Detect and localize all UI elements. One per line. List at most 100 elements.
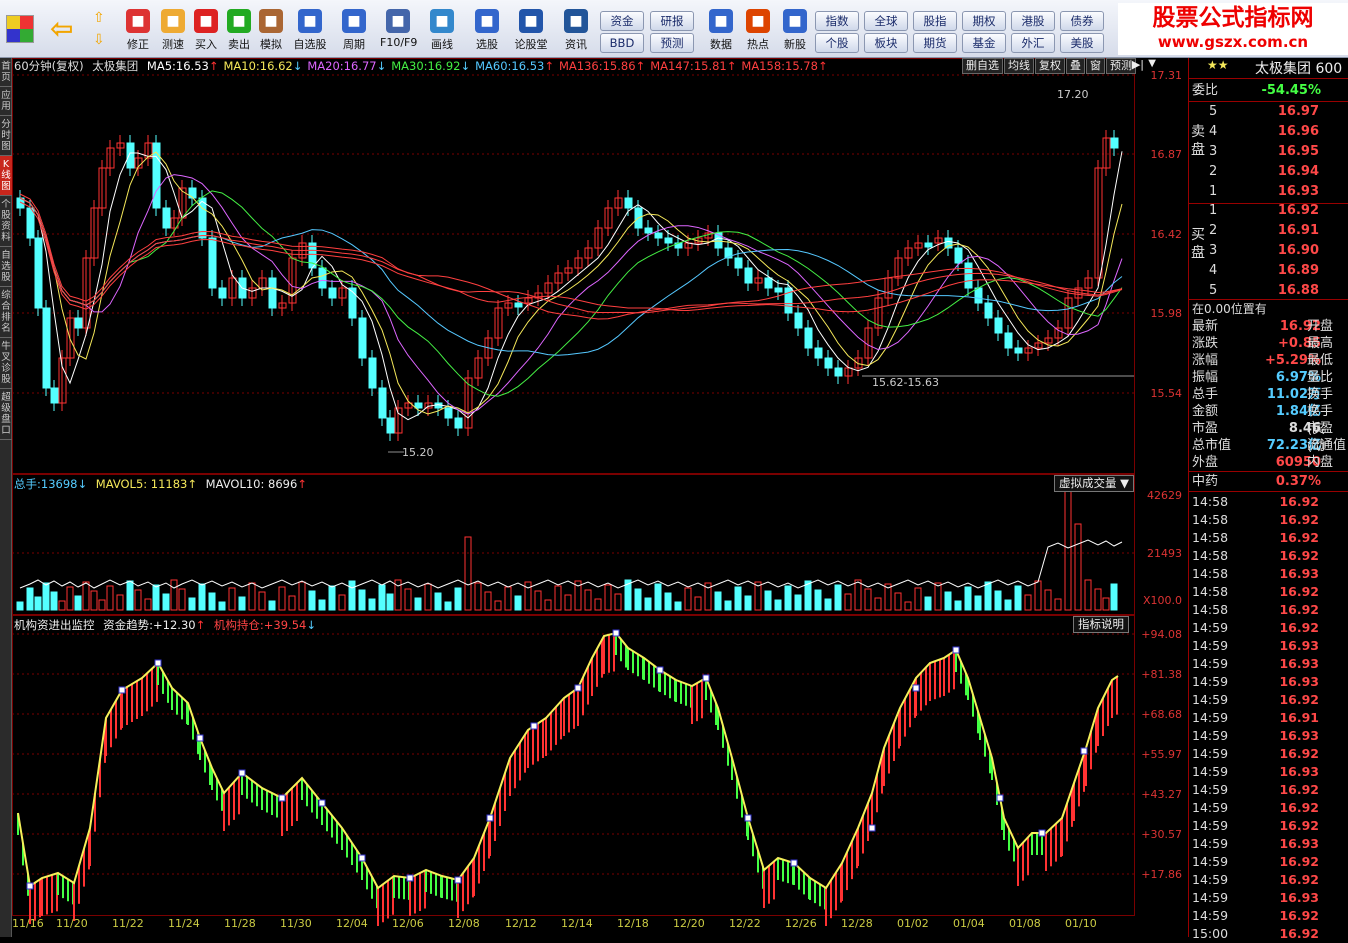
tick-row: 14:59 16.92 <box>1189 907 1348 925</box>
toolbar-button-4[interactable]: ■ 模拟 <box>253 7 289 57</box>
virtual-volume-button[interactable]: 虚拟成交量 ▼ <box>1054 475 1134 492</box>
toolbar-button-13[interactable]: ■ 热点 <box>740 7 776 57</box>
tick-price: 16.93 <box>1279 674 1319 689</box>
left-tab-1[interactable]: 应用 <box>0 87 12 116</box>
market-shortcut-4[interactable]: 港股 <box>1011 11 1055 31</box>
volume-bar <box>218 601 226 611</box>
sector-row: 中药 0.37% <box>1189 473 1348 491</box>
left-tab-6[interactable]: 综合排名 <box>0 287 12 338</box>
left-tab-2[interactable]: 分时图 <box>0 116 12 156</box>
rating-stars: ★★ <box>1207 58 1229 72</box>
back-arrow-icon[interactable]: ⇦ <box>50 15 82 44</box>
stock-name: 太极集团 <box>92 59 139 73</box>
toolbar-button-9[interactable]: ■ 选股 <box>469 7 505 57</box>
sell-level-5: 5 16.97 <box>1189 103 1348 121</box>
toolbar-button-6[interactable]: ■ 周期 <box>336 7 372 57</box>
tick-time: 14:59 <box>1192 638 1229 653</box>
quote-panel: ★★ 太极集团 600 委比 -54.45% 卖盘 5 16.97 4 16.96 3 16.95 2… <box>1188 58 1348 941</box>
market-shortcut-9[interactable]: 基金 <box>962 33 1006 53</box>
tick-price: 16.93 <box>1279 764 1319 779</box>
left-tab-0[interactable]: 首页 <box>0 58 12 87</box>
mavol10-label: MAVOL10: 8696 <box>205 477 298 491</box>
market-shortcut-7[interactable]: 板块 <box>864 33 908 53</box>
volume-bar <box>734 586 742 611</box>
volume-bar <box>288 595 296 611</box>
market-shortcut-5[interactable]: 债券 <box>1060 11 1104 31</box>
data-shortcut-3[interactable]: 预测 <box>650 33 694 53</box>
down-arrow-icon[interactable]: ⇩ <box>93 32 105 48</box>
data-shortcut-0[interactable]: 资金 <box>600 11 644 31</box>
volume-bar <box>1024 594 1032 611</box>
market-shortcut-11[interactable]: 美股 <box>1060 33 1104 53</box>
toolbar-button-1[interactable]: ■ 测速 <box>155 7 191 57</box>
next-page-icon[interactable]: ▶| <box>1132 58 1144 71</box>
volume-bar <box>954 600 962 611</box>
data-shortcut-2[interactable]: BBD <box>600 33 644 53</box>
left-tab-7[interactable]: 牛叉诊股 <box>0 338 12 389</box>
dropdown-icon[interactable]: ▼ <box>1148 58 1156 69</box>
volume-bar <box>964 586 972 611</box>
volume-bar <box>16 601 24 611</box>
candle-body <box>734 257 743 269</box>
left-tab-3[interactable]: K线图 <box>0 156 12 196</box>
toolbar-button-2[interactable]: ■ 买入 <box>188 7 224 57</box>
market-shortcut-3[interactable]: 期权 <box>962 11 1006 31</box>
toolbar-button-7[interactable]: ■ F10/F9 <box>380 7 417 57</box>
ma-3-label: MA30: <box>391 59 428 73</box>
tick-time: 14:58 <box>1192 548 1229 563</box>
candle-body <box>454 417 463 429</box>
volume-bar <box>864 588 872 611</box>
candle-body <box>814 347 823 359</box>
market-shortcut-0[interactable]: 指数 <box>815 11 859 31</box>
market-shortcut-6[interactable]: 个股 <box>815 33 859 53</box>
market-shortcut-10[interactable]: 外汇 <box>1011 33 1055 53</box>
kline-chart-area[interactable]: 60分钟(复权) 太极集团 MA5:16.53↑ MA10:16.62↓ MA20:… <box>12 58 1188 937</box>
data-shortcut-1[interactable]: 研报 <box>650 11 694 31</box>
tick-price: 16.92 <box>1279 530 1319 545</box>
indicator-frame <box>12 615 1135 916</box>
left-tab-8[interactable]: 超级盘口 <box>0 389 12 440</box>
turning-point-marker <box>196 734 204 742</box>
toolbar-button-12[interactable]: ■ 数据 <box>703 7 739 57</box>
toolbar-button-0[interactable]: ■ 修正 <box>120 7 156 57</box>
stat-row-2-extra: 最低 <box>1307 353 1334 368</box>
left-tab-4[interactable]: 个股资料 <box>0 196 12 247</box>
toolbar-button-5[interactable]: ■ 自选股 <box>292 7 328 57</box>
kline-button-0[interactable]: 删自选 <box>962 58 1003 74</box>
date-axis-label: 11/30 <box>280 917 312 930</box>
kline-button-3[interactable]: 叠 <box>1066 58 1085 74</box>
toolbar-button-10[interactable]: ■ 论股堂 <box>513 7 549 57</box>
candle-body <box>218 287 227 299</box>
market-shortcut-2[interactable]: 股指 <box>913 11 957 31</box>
kline-button-4[interactable]: 窗 <box>1086 58 1105 74</box>
logo-icon[interactable] <box>6 15 34 43</box>
volume-bar <box>1054 598 1062 611</box>
left-tab-5[interactable]: 自选股 <box>0 247 12 287</box>
kline-button-1[interactable]: 均线 <box>1004 58 1034 74</box>
divider <box>1189 491 1348 492</box>
tick-row: 14:59 16.92 <box>1189 745 1348 763</box>
candle-body <box>444 407 453 419</box>
volume-bar <box>328 585 336 611</box>
candle-body <box>944 237 953 249</box>
toolbar-icon-4: ■ <box>259 9 283 33</box>
kline-button-2[interactable]: 复权 <box>1035 58 1065 74</box>
volume-bar <box>654 583 662 611</box>
indicator-help-button[interactable]: 指标说明 <box>1073 616 1129 633</box>
ma-7-value: 15.78 <box>785 59 818 73</box>
stat-row-6-label: 市盈 <box>1192 421 1219 436</box>
stat-row-6: 市盈 8.46 市盈(动 <box>1189 420 1348 454</box>
toolbar-button-8[interactable]: ■ 画线 <box>424 7 460 57</box>
up-arrow-icon[interactable]: ⇧ <box>93 10 105 26</box>
volume-bar <box>34 596 42 611</box>
hold-value: +39.54 <box>263 618 307 632</box>
market-shortcut-8[interactable]: 期货 <box>913 33 957 53</box>
market-shortcut-1[interactable]: 全球 <box>864 11 908 31</box>
ma-7-label: MA158: <box>741 59 786 73</box>
tick-row: 14:59 16.91 <box>1189 709 1348 727</box>
toolbar-button-3[interactable]: ■ 卖出 <box>221 7 257 57</box>
toolbar-button-11[interactable]: ■ 资讯 <box>558 7 594 57</box>
indicator-name: 机构资进出监控 <box>14 618 95 632</box>
ma-1-value: 16.62 <box>259 59 293 73</box>
toolbar-button-14[interactable]: ■ 新股 <box>777 7 813 57</box>
